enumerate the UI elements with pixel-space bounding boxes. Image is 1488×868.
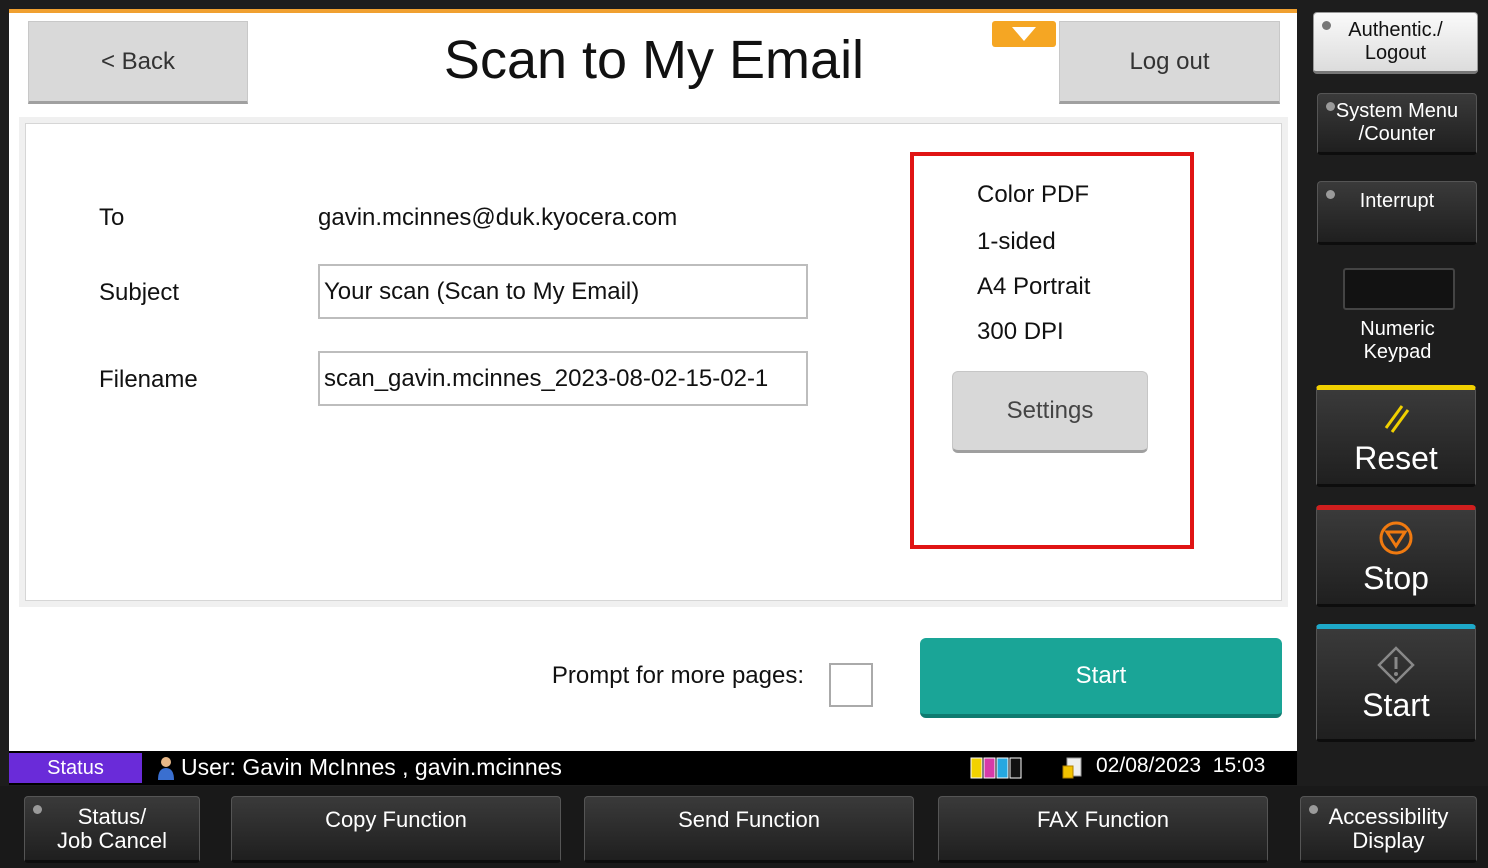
notification-dropdown-button[interactable] [992,21,1056,47]
chevron-down-icon [1012,27,1036,41]
filename-label: Filename [99,366,198,393]
copy-function-button[interactable]: Copy Function [231,796,561,863]
system-menu-button[interactable]: System Menu /Counter [1317,93,1477,155]
send-function-button[interactable]: Send Function [584,796,914,863]
to-label: To [99,204,125,231]
start-hardware-button[interactable]: Start [1316,624,1476,742]
start-hw-label: Start [1362,686,1430,723]
sysmenu-line1: System Menu [1335,100,1459,122]
settings-button[interactable]: Settings [952,371,1148,453]
sides-text: 1-sided [977,228,1056,255]
interrupt-button[interactable]: Interrupt [1317,181,1477,245]
user-icon [158,757,174,780]
keypad-line1: Numeric [1360,318,1435,340]
resolution-text: 300 DPI [977,318,1064,345]
auth-line2: Logout [1364,42,1427,64]
numeric-keypad-label: Numeric Keypad [1325,318,1470,364]
indicator-led-icon [1322,21,1331,30]
subject-input[interactable]: Your scan (Scan to My Email) [318,264,808,319]
time-text: 15:03 [1212,754,1266,777]
date-time-text: 02/08/2023 15:03 [1096,754,1265,778]
reset-label: Reset [1354,439,1438,476]
access-line1: Accessibility [1328,803,1449,829]
indicator-led-icon [33,805,42,814]
header-bar: < Back Scan to My Email Log out [9,13,1297,109]
accessibility-display-button[interactable]: Accessibility Display [1300,796,1477,863]
indicator-led-icon [1326,190,1335,199]
filename-input[interactable]: scan_gavin.mcinnes_2023-08-02-15-02-1 [318,351,808,406]
start-diamond-icon [1377,645,1415,684]
settings-summary-box [910,152,1194,549]
logout-button[interactable]: Log out [1059,21,1280,104]
prompt-more-pages-checkbox[interactable] [829,663,873,707]
fax-function-label: FAX Function [1036,807,1170,832]
to-value: gavin.mcinnes@duk.kyocera.com [318,204,678,231]
job-status-icon [1062,757,1082,779]
reset-icon [1384,404,1410,433]
page-title: Scan to My Email [443,30,865,90]
stop-label: Stop [1363,559,1429,596]
copy-function-label: Copy Function [325,807,467,832]
reset-button[interactable]: Reset [1316,385,1476,487]
status-job-line2: Job Cancel [56,827,168,853]
subject-label: Subject [99,279,180,306]
toner-level-icon [970,757,1022,779]
stop-icon [1379,521,1413,554]
send-function-label: Send Function [678,807,820,832]
indicator-led-icon [1326,102,1335,111]
user-info-text: User: Gavin McInnes , gavin.mcinnes [181,754,562,780]
interrupt-label: Interrupt [1359,190,1435,212]
indicator-led-icon [1309,805,1318,814]
status-bar: Status User: Gavin McInnes , gavin.mcinn… [9,751,1297,785]
color-mode-text: Color PDF [977,181,1090,208]
access-line2: Display [1352,827,1425,853]
auth-line1: Authentic./ [1348,19,1443,41]
authentication-logout-button[interactable]: Authentic./ Logout [1313,12,1478,74]
status-button[interactable]: Status [9,753,142,783]
sysmenu-line2: /Counter [1358,123,1436,145]
status-job-cancel-button[interactable]: Status/ Job Cancel [24,796,200,863]
date-text: 02/08/2023 [1096,754,1202,777]
numeric-keypad-button[interactable] [1343,268,1455,310]
prompt-more-pages-label: Prompt for more pages: [551,662,804,689]
status-job-line1: Status/ [77,803,147,829]
paper-size-text: A4 Portrait [977,273,1091,300]
back-button[interactable]: < Back [28,21,248,104]
start-scan-button[interactable]: Start [920,638,1282,718]
fax-function-button[interactable]: FAX Function [938,796,1268,863]
stop-button[interactable]: Stop [1316,505,1476,607]
keypad-line2: Keypad [1363,341,1432,363]
